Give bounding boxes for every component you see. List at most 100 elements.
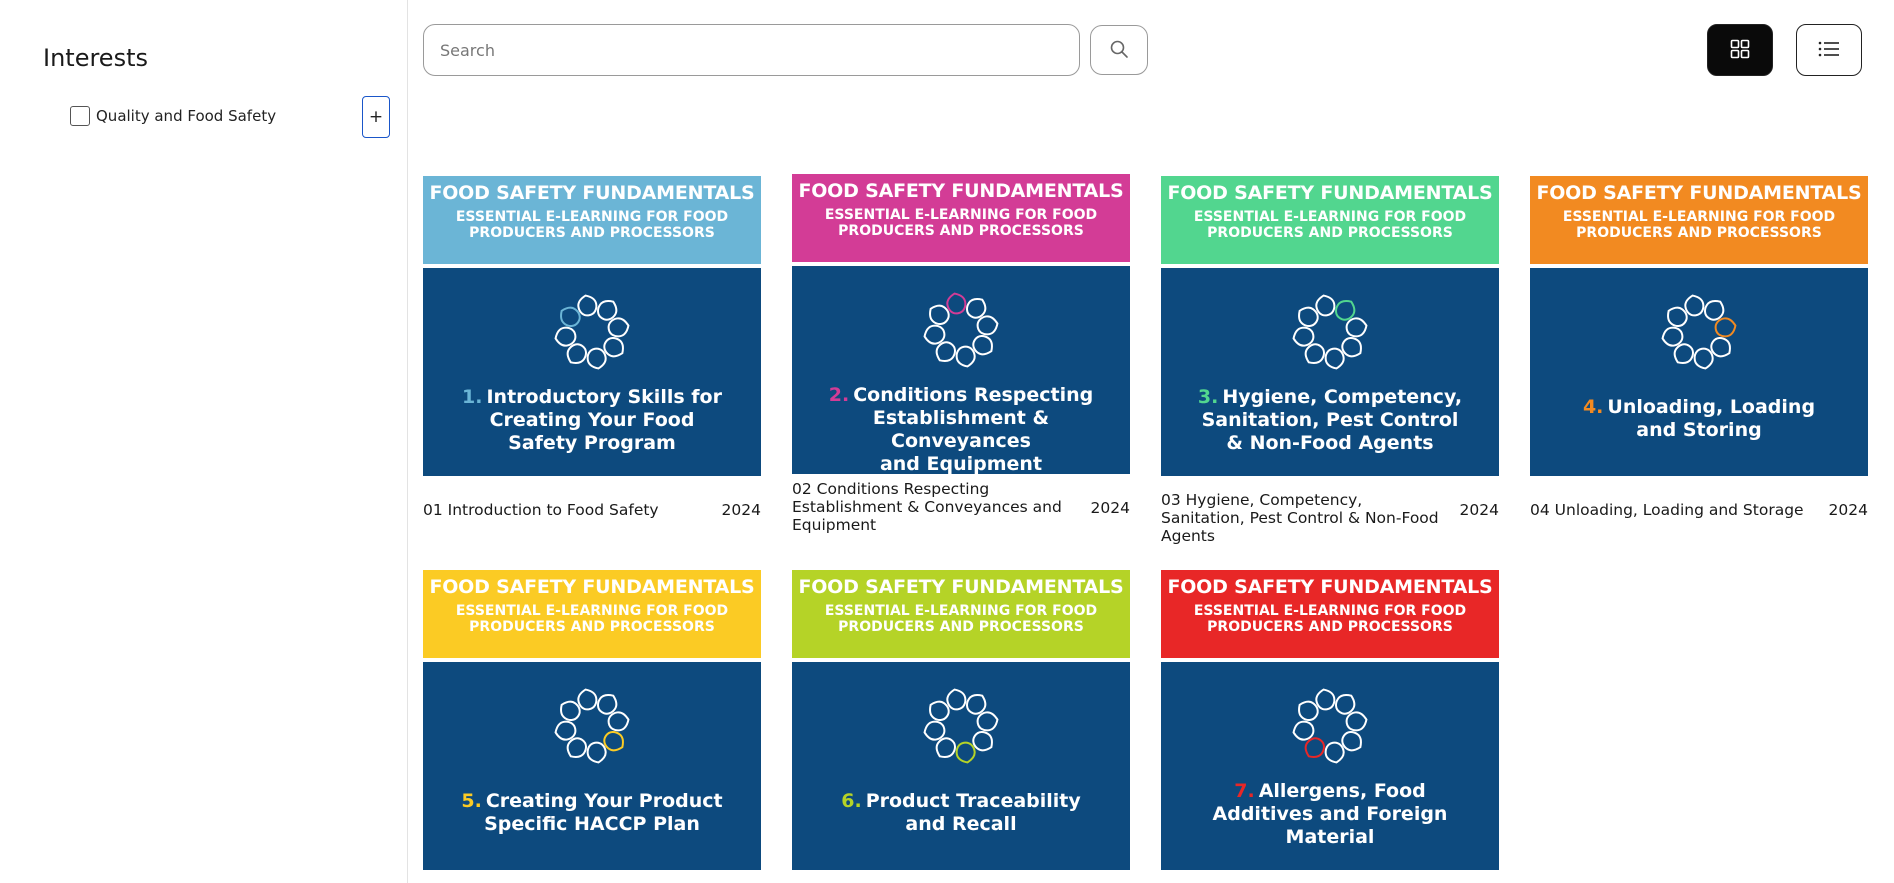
course-title-line: Safety Program (508, 432, 676, 454)
banner-title: FOOD SAFETY FUNDAMENTALS (1536, 182, 1862, 204)
course-thumbnail[interactable]: FOOD SAFETY FUNDAMENTALS ESSENTIAL E-LEA… (792, 570, 1130, 870)
course-title-line: Unloading, Loading (1607, 396, 1816, 418)
course-name[interactable]: 02 Conditions Respecting Establishment &… (792, 480, 1072, 534)
course-year: 2024 (1090, 499, 1130, 517)
food-safety-logo-icon (1659, 292, 1739, 372)
food-safety-logo-icon (1290, 292, 1370, 372)
list-view-icon (1818, 40, 1840, 61)
banner-subtitle-line1: ESSENTIAL E-LEARNING FOR FOOD (1193, 603, 1467, 619)
banner-subtitle-line1: ESSENTIAL E-LEARNING FOR FOOD (824, 603, 1098, 619)
banner-subtitle: ESSENTIAL E-LEARNING FOR FOOD PRODUCERS … (1161, 209, 1499, 241)
course-title: 6. Product Traceability and Recall (804, 790, 1118, 836)
course-thumbnail[interactable]: FOOD SAFETY FUNDAMENTALS ESSENTIAL E-LEA… (423, 570, 761, 870)
course-title-line: Specific HACCP Plan (484, 813, 700, 835)
course-title-line: and Recall (905, 813, 1017, 835)
banner-subtitle: ESSENTIAL E-LEARNING FOR FOOD PRODUCERS … (792, 603, 1130, 635)
course-banner: FOOD SAFETY FUNDAMENTALS ESSENTIAL E-LEA… (423, 176, 761, 264)
course-body: 7. Allergens, Food Additives and Foreign Ma… (1161, 662, 1499, 870)
food-safety-logo-icon (552, 686, 632, 766)
course-body: 4. Unloading, Loading and Storing (1530, 268, 1868, 476)
course-title-line: and Equipment (879, 453, 1043, 474)
course-name[interactable]: 04 Unloading, Loading and Storage (1530, 501, 1810, 519)
banner-title: FOOD SAFETY FUNDAMENTALS (1167, 576, 1493, 598)
list-view-button[interactable] (1796, 24, 1862, 76)
course-title-line: Creating Your Food (489, 409, 695, 431)
banner-title: FOOD SAFETY FUNDAMENTALS (1167, 182, 1493, 204)
course-title-line: Allergens, Food (1258, 780, 1426, 802)
banner-subtitle-line1: ESSENTIAL E-LEARNING FOR FOOD (455, 603, 729, 619)
interest-checkbox[interactable] (70, 106, 90, 126)
course-year: 2024 (1828, 501, 1868, 519)
grid-view-button[interactable] (1707, 24, 1773, 76)
banner-title: FOOD SAFETY FUNDAMENTALS (429, 576, 755, 598)
course-title-line: Establishment & Conveyances (872, 407, 1050, 452)
course-body: 5. Creating Your Product Specific HACCP Pl… (423, 662, 761, 870)
course-title-line: Conditions Respecting (853, 384, 1094, 406)
course-banner: FOOD SAFETY FUNDAMENTALS ESSENTIAL E-LEA… (792, 570, 1130, 658)
course-body: 1. Introductory Skills for Creating Your F… (423, 268, 761, 476)
course-number: 2. (828, 384, 850, 406)
course-number: 7. (1234, 780, 1255, 802)
grid-view-icon (1730, 39, 1750, 62)
food-safety-logo-icon (921, 290, 1001, 370)
course-banner: FOOD SAFETY FUNDAMENTALS ESSENTIAL E-LEA… (423, 570, 761, 658)
course-year: 2024 (1459, 501, 1499, 519)
course-title-line: Additives and Foreign (1212, 803, 1448, 825)
course-title-line: Creating Your Product (485, 790, 723, 812)
search-button[interactable] (1090, 25, 1148, 75)
course-banner: FOOD SAFETY FUNDAMENTALS ESSENTIAL E-LEA… (1161, 176, 1499, 264)
banner-subtitle: ESSENTIAL E-LEARNING FOR FOOD PRODUCERS … (1530, 209, 1868, 241)
course-number: 5. (461, 790, 482, 812)
course-body: 3. Hygiene, Competency, Sanitation, Pest C… (1161, 268, 1499, 476)
banner-subtitle-line1: ESSENTIAL E-LEARNING FOR FOOD (1562, 209, 1836, 225)
banner-title: FOOD SAFETY FUNDAMENTALS (429, 182, 755, 204)
banner-subtitle-line1: ESSENTIAL E-LEARNING FOR FOOD (1193, 209, 1467, 225)
course-thumbnail[interactable]: FOOD SAFETY FUNDAMENTALS ESSENTIAL E-LEA… (1161, 570, 1499, 870)
course-name[interactable]: 01 Introduction to Food Safety (423, 501, 703, 519)
banner-subtitle-line2: PRODUCERS AND PROCESSORS (469, 619, 715, 635)
banner-subtitle-line1: ESSENTIAL E-LEARNING FOR FOOD (824, 207, 1098, 223)
course-thumbnail[interactable]: FOOD SAFETY FUNDAMENTALS ESSENTIAL E-LEA… (792, 174, 1130, 474)
banner-title: FOOD SAFETY FUNDAMENTALS (798, 180, 1124, 202)
course-banner: FOOD SAFETY FUNDAMENTALS ESSENTIAL E-LEA… (792, 174, 1130, 262)
banner-subtitle-line2: PRODUCERS AND PROCESSORS (838, 619, 1084, 635)
course-title-line: Introductory Skills for (486, 386, 722, 408)
course-title: 1. Introductory Skills for Creating Your F… (435, 386, 749, 455)
food-safety-logo-icon (1290, 686, 1370, 766)
course-thumbnail[interactable]: FOOD SAFETY FUNDAMENTALS ESSENTIAL E-LEA… (1161, 176, 1499, 476)
course-number: 3. (1197, 386, 1219, 408)
course-title: 5. Creating Your Product Specific HACCP Pl… (435, 790, 749, 836)
course-title-line: Hygiene, Competency, (1222, 386, 1463, 408)
interest-item-quality-and-food-safety[interactable]: Quality and Food Safety + (70, 96, 390, 138)
banner-subtitle-line2: PRODUCERS AND PROCESSORS (1207, 619, 1453, 635)
banner-subtitle-line2: PRODUCERS AND PROCESSORS (1576, 225, 1822, 241)
course-number: 6. (841, 790, 862, 812)
banner-subtitle-line2: PRODUCERS AND PROCESSORS (469, 225, 715, 241)
course-title-line: Sanitation, Pest Control (1201, 409, 1459, 431)
course-body: 6. Product Traceability and Recall (792, 662, 1130, 870)
banner-title: FOOD SAFETY FUNDAMENTALS (798, 576, 1124, 598)
course-title-line: Product Traceability (865, 790, 1081, 812)
course-title-line: and Storing (1636, 419, 1762, 441)
banner-subtitle: ESSENTIAL E-LEARNING FOR FOOD PRODUCERS … (1161, 603, 1499, 635)
course-year: 2024 (721, 501, 761, 519)
food-safety-logo-icon (921, 686, 1001, 766)
course-thumbnail[interactable]: FOOD SAFETY FUNDAMENTALS ESSENTIAL E-LEA… (423, 176, 761, 476)
expand-interest-button[interactable]: + (362, 96, 390, 138)
course-title: 2. Conditions Respecting Establishment & C… (804, 384, 1118, 474)
course-title: 4. Unloading, Loading and Storing (1542, 396, 1856, 442)
sidebar-title: Interests (43, 44, 148, 72)
course-name[interactable]: 03 Hygiene, Competency, Sanitation, Pest… (1161, 491, 1441, 545)
course-number: 1. (462, 386, 483, 408)
search-icon (1109, 39, 1129, 62)
course-thumbnail[interactable]: FOOD SAFETY FUNDAMENTALS ESSENTIAL E-LEA… (1530, 176, 1868, 476)
course-title-line: & Non-Food Agents (1226, 432, 1434, 454)
banner-subtitle-line2: PRODUCERS AND PROCESSORS (838, 223, 1084, 239)
interest-label[interactable]: Quality and Food Safety (96, 107, 276, 125)
course-title: 7. Allergens, Food Additives and Foreign Ma… (1173, 780, 1487, 849)
banner-subtitle: ESSENTIAL E-LEARNING FOR FOOD PRODUCERS … (423, 603, 761, 635)
banner-subtitle: ESSENTIAL E-LEARNING FOR FOOD PRODUCERS … (792, 207, 1130, 239)
food-safety-logo-icon (552, 292, 632, 372)
search-input[interactable] (423, 24, 1080, 76)
banner-subtitle: ESSENTIAL E-LEARNING FOR FOOD PRODUCERS … (423, 209, 761, 241)
